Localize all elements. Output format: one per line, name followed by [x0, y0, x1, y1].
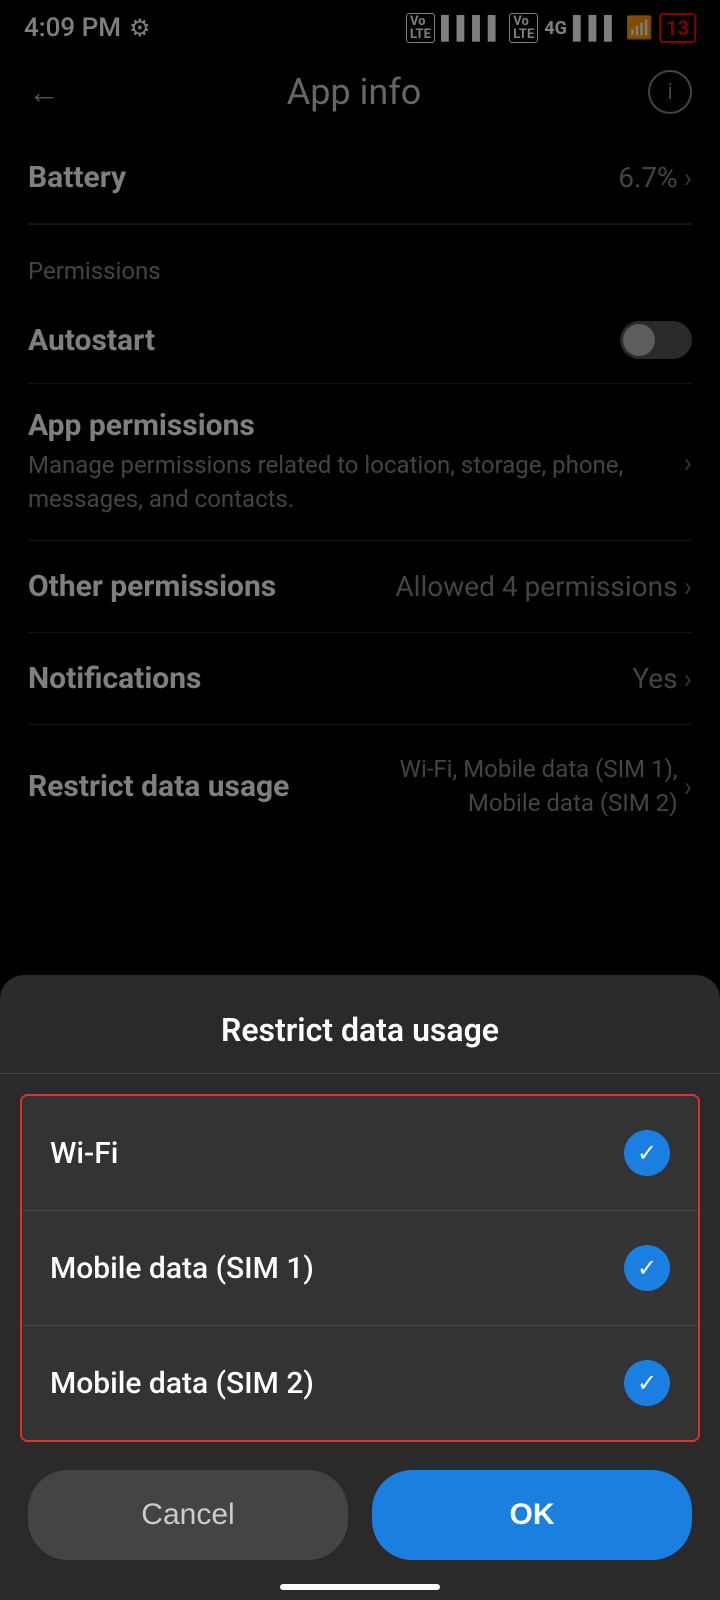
- sim1-checkbox[interactable]: ✓: [624, 1245, 670, 1291]
- restrict-data-usage-modal: Restrict data usage Wi-Fi ✓ Mobile data …: [0, 975, 720, 1600]
- sim2-option-label: Mobile data (SIM 2): [50, 1366, 314, 1401]
- data-options-list: Wi-Fi ✓ Mobile data (SIM 1) ✓ Mobile dat…: [20, 1094, 700, 1442]
- modal-title: Restrict data usage: [0, 975, 720, 1073]
- ok-button[interactable]: OK: [372, 1470, 692, 1560]
- sim1-checkmark-icon: ✓: [637, 1254, 657, 1282]
- sim2-checkbox[interactable]: ✓: [624, 1360, 670, 1406]
- wifi-checkmark-icon: ✓: [637, 1139, 657, 1167]
- wifi-option-item[interactable]: Wi-Fi ✓: [22, 1096, 698, 1210]
- home-indicator: [280, 1584, 440, 1590]
- wifi-checkbox[interactable]: ✓: [624, 1130, 670, 1176]
- sim1-option-label: Mobile data (SIM 1): [50, 1251, 314, 1286]
- wifi-option-label: Wi-Fi: [50, 1136, 118, 1171]
- sim2-checkmark-icon: ✓: [637, 1369, 657, 1397]
- cancel-button[interactable]: Cancel: [28, 1470, 348, 1560]
- modal-buttons: Cancel OK: [0, 1442, 720, 1580]
- sim2-option-item[interactable]: Mobile data (SIM 2) ✓: [22, 1325, 698, 1440]
- sim1-option-item[interactable]: Mobile data (SIM 1) ✓: [22, 1210, 698, 1325]
